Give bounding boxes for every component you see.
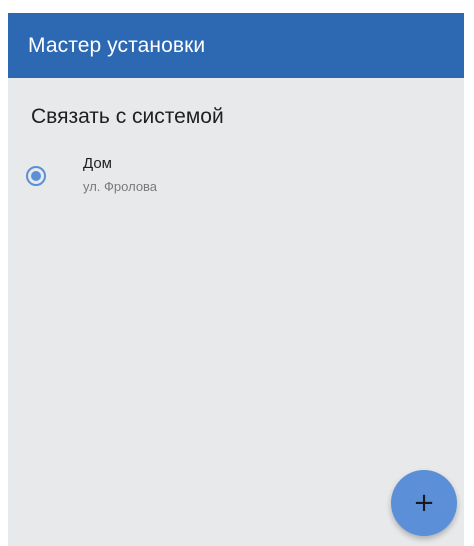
add-system-button[interactable]: + xyxy=(391,470,457,536)
app-screen: Мастер установки Связать с системой Дом … xyxy=(8,13,464,546)
add-icon: + xyxy=(413,488,435,518)
list-item-title: Дом xyxy=(83,155,112,172)
app-bar: Мастер установки xyxy=(8,13,464,78)
system-list-item[interactable]: Дом ул. Фролова xyxy=(8,150,464,206)
app-bar-title: Мастер установки xyxy=(28,33,206,57)
radio-inner-dot xyxy=(31,171,41,181)
list-item-subtitle: ул. Фролова xyxy=(83,179,158,194)
selected-radio-button[interactable] xyxy=(26,166,46,186)
section-title: Связать с системой xyxy=(31,105,224,128)
